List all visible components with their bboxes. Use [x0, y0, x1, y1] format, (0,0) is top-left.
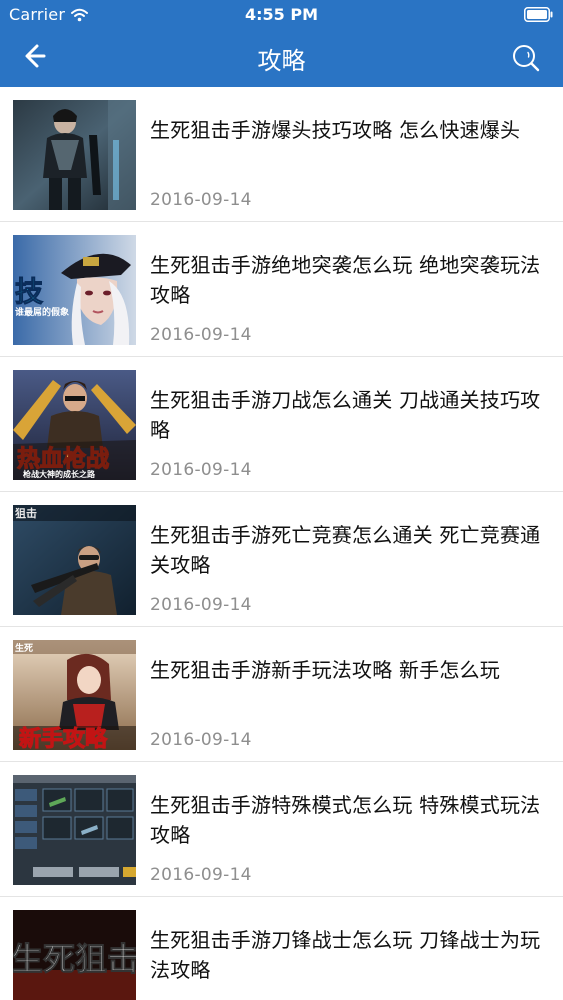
list-item[interactable]: 生死狙击手游特殊模式怎么玩 特殊模式玩法攻略 2016-09-14 — [0, 762, 563, 897]
article-title: 生死狙击手游爆头技巧攻略 怎么快速爆头 — [150, 118, 521, 142]
article-date: 2016-09-14 — [150, 460, 252, 480]
thumbnail-logo-text: 狙击 — [15, 506, 37, 520]
article-title: 生死狙击手游刀战怎么通关 刀战通关技巧攻略 — [150, 388, 541, 442]
list-item[interactable]: 狙击 生死狙击手游死亡竞赛怎么通关 死亡竞赛通关攻略 2016-09-14 — [0, 492, 563, 627]
officer-girl-thumbnail: 技 谁最屌的假象 — [13, 235, 136, 345]
list-item[interactable]: 热血枪战 枪战大神的成长之路 生死狙击手游刀战怎么通关 刀战通关技巧攻略 201… — [0, 357, 563, 492]
thumbnail-small-text: 谁最屌的假象 — [15, 306, 69, 318]
list-item[interactable]: 生死 新手攻略 生死狙击手游新手玩法攻略 新手怎么玩 2016-09-14 — [0, 627, 563, 762]
article-date: 2016-09-14 — [150, 325, 252, 345]
article-date: 2016-09-14 — [150, 865, 252, 885]
battery-icon — [524, 7, 553, 22]
search-button[interactable] — [509, 41, 543, 75]
article-date: 2016-09-14 — [150, 190, 252, 210]
thumbnail-big-text: 新手攻略 — [19, 726, 108, 750]
navigation-bar: 攻略 — [0, 28, 563, 87]
list-item[interactable]: 生死狙击手游爆头技巧攻略 怎么快速爆头 2016-09-14 — [0, 87, 563, 222]
article-date: 2016-09-14 — [150, 730, 252, 750]
page-title: 攻略 — [257, 47, 306, 75]
search-icon — [513, 45, 540, 72]
status-bar: Carrier 4:55 PM — [0, 0, 563, 28]
list-item[interactable]: 生死狙击 生死狙击手游刀锋战士怎么玩 刀锋战士为玩法攻略 — [0, 897, 563, 1000]
game-logo-thumbnail: 生死狙击 — [13, 910, 136, 1000]
article-date: 2016-09-14 — [150, 595, 252, 615]
armored-soldier-thumbnail — [13, 100, 136, 210]
article-list: 生死狙击手游爆头技巧攻略 怎么快速爆头 2016-09-14 技 谁最屌的假象 … — [0, 87, 563, 1000]
thumbnail-logo-text: 生死 — [15, 642, 33, 654]
article-title: 生死狙击手游刀锋战士怎么玩 刀锋战士为玩法攻略 — [150, 928, 541, 982]
thumbnail-big-text: 技 — [15, 275, 43, 308]
gunner-character-thumbnail: 狙击 — [13, 505, 136, 615]
thumbnail-small-text: 枪战大神的成长之路 — [23, 469, 96, 479]
status-time: 4:55 PM — [244, 5, 318, 24]
app-screen: Carrier 4:55 PM 攻略 生死狙击手游爆头技巧攻略 怎么快速爆头 2… — [0, 0, 563, 1000]
list-item[interactable]: 技 谁最屌的假象 生死狙击手游绝地突袭怎么玩 绝地突袭玩法攻略 2016-09-… — [0, 222, 563, 357]
article-title: 生死狙击手游绝地突袭怎么玩 绝地突袭玩法攻略 — [150, 253, 541, 307]
top-bar: Carrier 4:55 PM 攻略 — [0, 0, 563, 87]
hot-blood-gunfight-thumbnail: 热血枪战 枪战大神的成长之路 — [13, 370, 136, 480]
article-title: 生死狙击手游特殊模式怎么玩 特殊模式玩法攻略 — [150, 793, 541, 847]
newbie-guide-thumbnail: 生死 新手攻略 — [13, 640, 136, 750]
game-menu-screenshot-thumbnail — [13, 775, 136, 885]
thumbnail-big-text: 生死狙击 — [13, 940, 136, 978]
article-title: 生死狙击手游死亡竞赛怎么通关 死亡竞赛通关攻略 — [150, 523, 541, 577]
article-title: 生死狙击手游新手玩法攻略 新手怎么玩 — [150, 658, 500, 682]
thumbnail-big-text: 热血枪战 — [17, 445, 109, 472]
